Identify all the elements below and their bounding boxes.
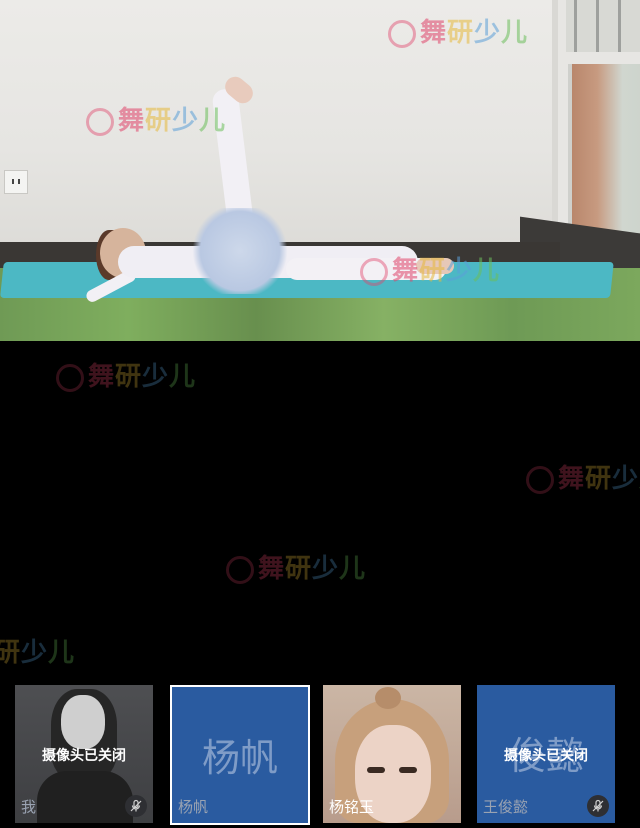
watermark: 研少儿	[0, 638, 76, 668]
watermark-logo-icon	[388, 19, 416, 48]
participant-tile[interactable]: 杨铭玉	[323, 685, 461, 823]
participant-name: 杨铭玉	[329, 798, 375, 816]
participant-photo	[367, 767, 385, 773]
participant-photo	[37, 771, 133, 823]
participant-name: 我	[21, 798, 37, 816]
watermark-logo-icon	[56, 363, 84, 392]
participant-name: 杨帆	[178, 798, 209, 816]
watermark: 舞研少儿	[56, 356, 196, 393]
participant-name: 王俊懿	[483, 798, 529, 816]
participant-tile-self[interactable]: 摄像头已关闭 我	[15, 685, 153, 823]
participant-photo	[399, 767, 417, 773]
wall-outlet	[4, 170, 28, 194]
participant-tile[interactable]: 俊懿 摄像头已关闭 王俊懿	[477, 685, 615, 823]
participant-strip: 摄像头已关闭 我 杨帆 杨帆 杨铭玉 俊懿 摄像头已关闭 王俊懿	[0, 683, 640, 828]
main-video[interactable]: 舞研少儿 舞研少儿 舞研少儿	[0, 0, 640, 341]
dancer-tutu	[190, 208, 290, 294]
camera-off-label: 摄像头已关闭	[504, 748, 588, 764]
watermark: 舞研少儿	[526, 458, 640, 495]
watermark: 舞研少儿	[360, 250, 500, 287]
watermark: 舞研少儿	[86, 100, 226, 137]
window-upper-pane	[566, 0, 640, 52]
participant-photo	[61, 695, 105, 749]
watermark-logo-icon	[360, 257, 388, 286]
watermark: 舞研少儿	[388, 12, 528, 49]
participant-photo	[375, 687, 401, 709]
participant-avatar-text: 杨帆	[201, 736, 278, 780]
watermark-logo-icon	[226, 555, 254, 584]
mic-muted-icon	[587, 795, 609, 817]
camera-off-label: 摄像头已关闭	[42, 748, 126, 764]
watermark-logo-icon	[526, 465, 554, 494]
participant-tile-selected[interactable]: 杨帆 杨帆	[170, 685, 310, 825]
mic-muted-icon	[125, 795, 147, 817]
watermark-logo-icon	[86, 107, 114, 136]
watermark: 舞研少儿	[226, 548, 366, 585]
window-pane	[568, 64, 640, 234]
